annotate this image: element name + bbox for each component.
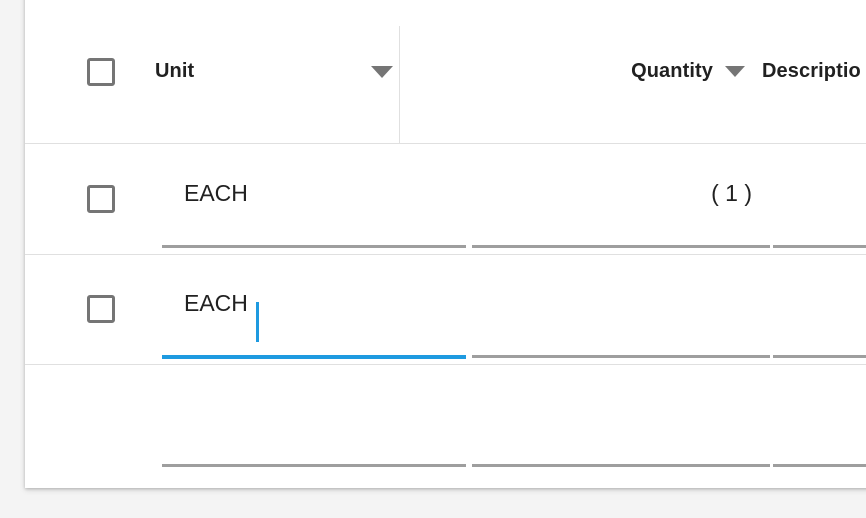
- field-underline-description-row1: [773, 245, 866, 248]
- data-table: Unit Quantity Descriptio EACH (1) EACH: [25, 0, 866, 488]
- cell-unit-value: EACH: [184, 290, 248, 316]
- row-select-checkbox[interactable]: [87, 185, 115, 213]
- column-header-unit-label: Unit: [155, 60, 195, 82]
- field-underline-quantity-row1: [472, 245, 770, 248]
- column-header-description-label: Descriptio: [762, 60, 861, 82]
- cell-quantity[interactable]: [447, 255, 752, 352]
- field-underline-unit-row1: [162, 245, 466, 248]
- field-underline-description-row2: [773, 355, 866, 358]
- field-underline-unit-row2-focused: [162, 355, 466, 359]
- table-header-row: Unit Quantity Descriptio: [25, 0, 866, 144]
- cell-quantity-value: ( 1 ): [711, 179, 752, 206]
- header-column-divider: [399, 26, 400, 144]
- table-row[interactable]: EACH ( 1 ): [25, 144, 866, 255]
- field-underline-unit-row3: [162, 464, 466, 467]
- chevron-down-icon[interactable]: [371, 65, 393, 78]
- field-underline-quantity-row2: [472, 355, 770, 358]
- cell-unit-value: EACH: [184, 179, 248, 206]
- column-header-description[interactable]: Descriptio: [762, 0, 866, 143]
- field-underline-description-row3: [773, 464, 866, 467]
- cell-quantity[interactable]: ( 1 ): [447, 144, 752, 242]
- cell-unit[interactable]: EACH: [138, 255, 443, 352]
- field-underline-quantity-row3: [472, 464, 770, 467]
- cell-unit[interactable]: EACH: [138, 144, 443, 242]
- data-table-card: Unit Quantity Descriptio EACH (1) EACH: [25, 0, 866, 488]
- column-header-quantity-label: Quantity: [631, 60, 713, 82]
- text-cursor: [256, 302, 259, 342]
- page-background: Unit Quantity Descriptio EACH (1) EACH: [0, 0, 866, 518]
- column-header-unit[interactable]: Unit: [155, 0, 399, 143]
- select-all-checkbox[interactable]: [87, 58, 115, 86]
- table-row[interactable]: [25, 365, 866, 474]
- table-row[interactable]: EACH: [25, 255, 866, 365]
- row-select-checkbox[interactable]: [87, 295, 115, 323]
- column-header-quantity[interactable]: Quantity: [445, 0, 745, 143]
- chevron-down-icon[interactable]: [725, 66, 745, 77]
